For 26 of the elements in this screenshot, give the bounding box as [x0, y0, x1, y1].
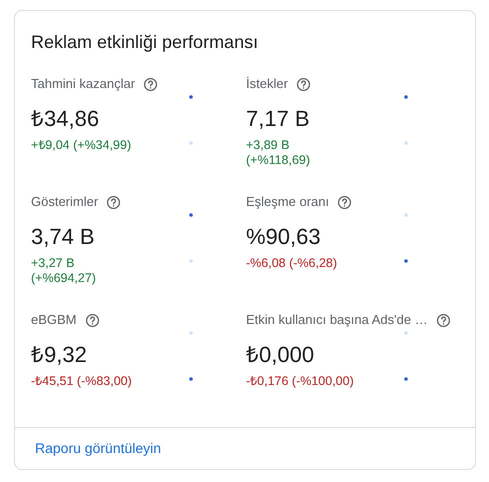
metric-change: +₺9,04 (+%34,99) — [31, 138, 132, 153]
metric-change: -₺0,176 (-%100,00) — [246, 374, 354, 389]
help-icon[interactable] — [143, 76, 158, 92]
metric-value: ₺9,32 — [31, 341, 87, 369]
metric-value: %90,63 — [246, 223, 321, 251]
help-icon[interactable] — [337, 194, 352, 210]
metric-label: eBGBM — [31, 311, 77, 330]
metric-change: -%6,08 (-%6,28) — [246, 256, 338, 271]
metric-label: Gösterimler — [31, 193, 98, 212]
metric-label: Eşleşme oranı — [246, 193, 330, 212]
help-icon[interactable] — [296, 76, 311, 92]
metric-value: ₺34,86 — [31, 105, 100, 133]
metric-value: 3,74 B — [31, 223, 95, 251]
metric-change: +3,27 B (+%694,27) — [31, 256, 97, 286]
metric-change: +3,89 B (+%118,69) — [246, 138, 312, 168]
metric-value: ₺0,000 — [246, 341, 314, 369]
view-report-link[interactable]: Raporu görüntüleyin — [35, 438, 162, 459]
metric-label: Etkin kullanıcı başına Ads'de … — [246, 311, 428, 330]
help-icon[interactable] — [84, 312, 100, 328]
metric-change: -₺45,51 (-%83,00) — [31, 374, 133, 389]
card-title: Reklam etkinliği performansı — [30, 31, 260, 53]
metric-value: 7,17 B — [246, 105, 310, 133]
help-icon[interactable] — [106, 194, 122, 210]
metric-label: Tahmini kazançlar — [31, 75, 136, 94]
help-icon[interactable] — [436, 312, 451, 328]
metric-label: İstekler — [246, 75, 288, 94]
